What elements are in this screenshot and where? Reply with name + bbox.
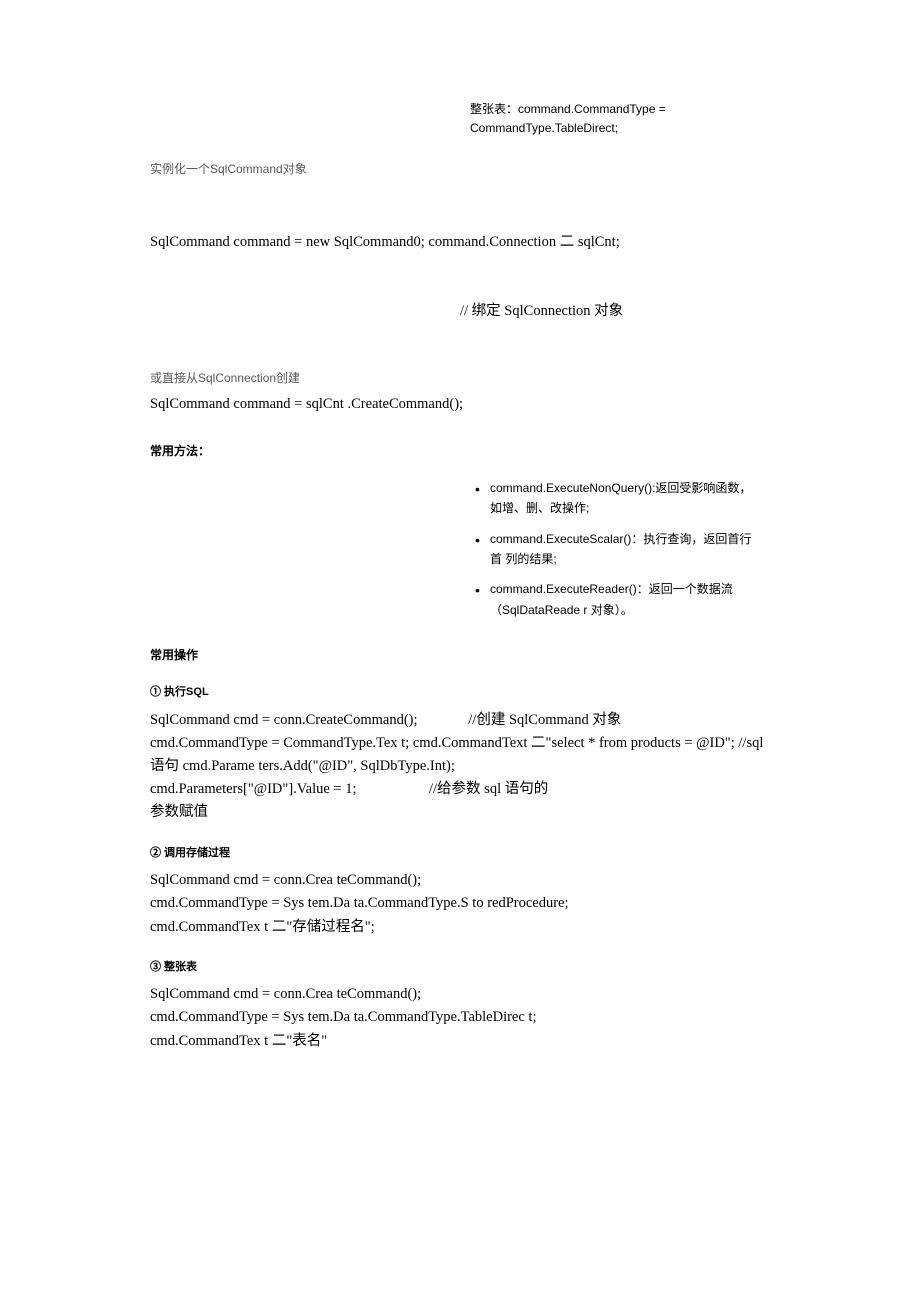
list-item: command.ExecuteNonQuery():返回受影响函数， 如增、删、…	[470, 478, 760, 519]
section-1-code: SqlCommand cmd = conn.CreateCommand(); /…	[150, 709, 770, 825]
instantiate-code: SqlCommand command = new SqlCommand0; co…	[150, 184, 770, 346]
top-right-note: 整张表：command.CommandType = CommandType.Ta…	[470, 100, 750, 138]
code-line: // 绑定 SqlConnection 对象	[150, 300, 770, 323]
list-item: command.ExecuteScalar()：执行查询，返回首行首 列的结果;	[470, 529, 760, 570]
section-2-heading: ② 调用存储过程	[150, 845, 770, 862]
common-ops-heading: 常用操作	[150, 646, 770, 664]
section-2-code: SqlCommand cmd = conn.Crea teCommand(); …	[150, 869, 770, 939]
methods-list: command.ExecuteNonQuery():返回受影响函数， 如增、删、…	[470, 478, 760, 620]
section-3-heading: ③ 整张表	[150, 959, 770, 976]
list-item: command.ExecuteReader()：返回一个数据流（SqlDataR…	[470, 579, 760, 620]
or-create-label: 或直接从SqlConnection创建	[150, 369, 770, 387]
section-1-heading: ① 执行SQL	[150, 684, 770, 701]
section-3-code: SqlCommand cmd = conn.Crea teCommand(); …	[150, 983, 770, 1053]
common-methods-heading: 常用方法：	[150, 442, 770, 460]
or-create-code: SqlCommand command = sqlCnt .CreateComma…	[150, 393, 770, 416]
instantiate-label: 实例化一个SqlCommand对象	[150, 160, 770, 178]
code-line: SqlCommand command = new SqlCommand0; co…	[150, 231, 770, 254]
